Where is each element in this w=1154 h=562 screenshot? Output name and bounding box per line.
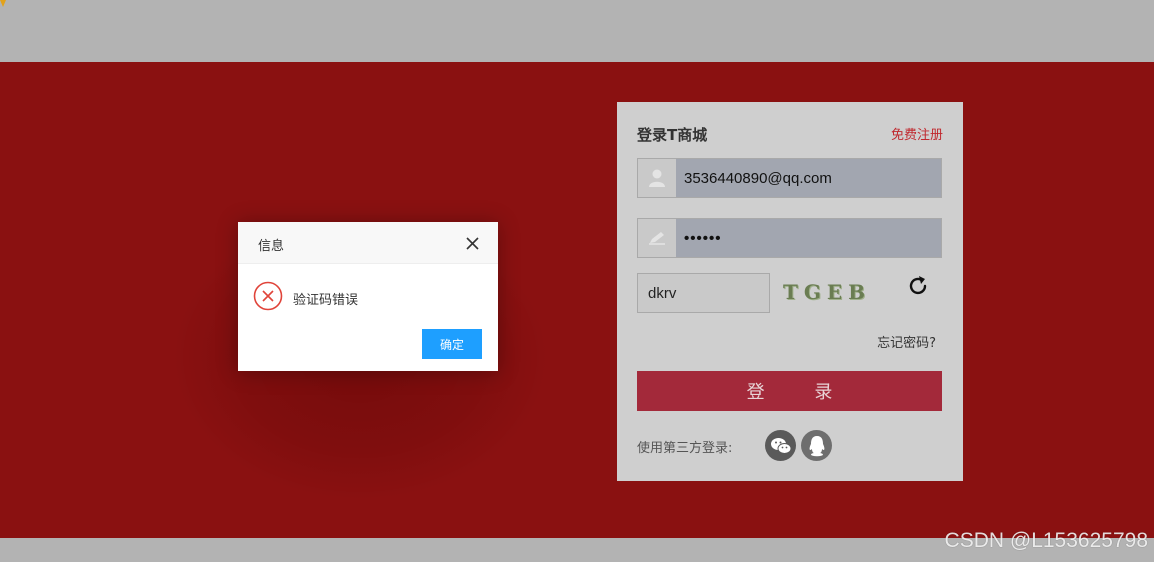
qq-icon[interactable] xyxy=(801,430,832,461)
error-icon xyxy=(253,281,283,311)
password-field[interactable] xyxy=(637,218,942,258)
forgot-password-link[interactable]: 忘记密码? xyxy=(877,332,936,351)
confirm-button[interactable]: 确定 xyxy=(422,329,482,359)
message-dialog: 信息 验证码错误 确定 xyxy=(238,222,498,371)
hero-banner xyxy=(0,62,1154,538)
username-field[interactable] xyxy=(637,158,942,198)
watermark: CSDN @L153625798 xyxy=(944,529,1148,552)
register-link[interactable]: 免费注册 xyxy=(891,124,943,143)
dialog-title: 信息 xyxy=(258,239,285,254)
dialog-message: 验证码错误 xyxy=(293,293,359,308)
wechat-icon[interactable] xyxy=(765,430,796,461)
refresh-captcha-icon[interactable] xyxy=(906,274,930,298)
close-icon[interactable] xyxy=(465,236,480,251)
corner-logo-fragment xyxy=(0,0,6,7)
captcha-input[interactable] xyxy=(637,273,770,313)
login-panel: 登录T商城 免费注册 TGEB 忘记密码? 登 录 使用第三方登录: xyxy=(617,102,963,481)
user-icon xyxy=(638,159,676,197)
third-party-login-label: 使用第三方登录: xyxy=(637,441,733,456)
login-button[interactable]: 登 录 xyxy=(637,371,942,411)
login-title: 登录T商城 xyxy=(637,126,708,144)
captcha-image[interactable]: TGEB xyxy=(777,274,877,310)
dialog-header: 信息 xyxy=(238,222,498,264)
username-input[interactable] xyxy=(677,159,937,197)
pencil-icon xyxy=(638,219,676,257)
password-input[interactable] xyxy=(677,219,937,257)
